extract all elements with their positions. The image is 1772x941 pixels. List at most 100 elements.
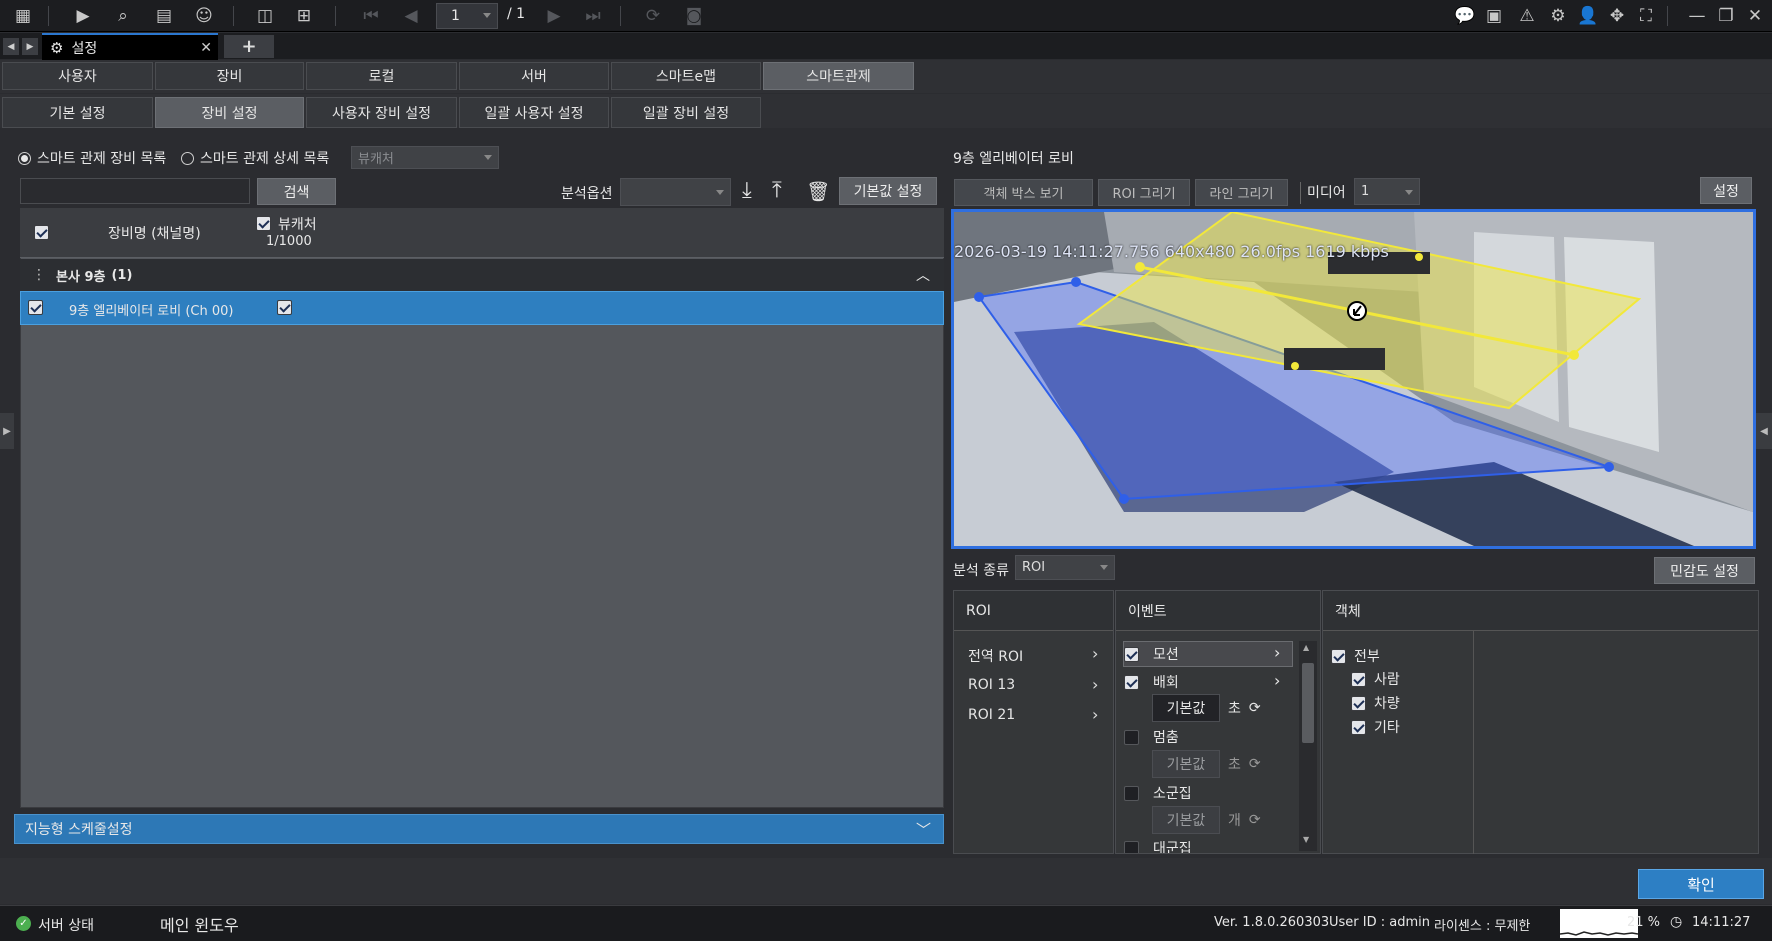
object-all-checkbox[interactable]: [1331, 648, 1346, 664]
object-vehicle-checkbox[interactable]: [1351, 695, 1366, 711]
reset-icon[interactable]: ⟳: [1249, 812, 1261, 828]
device-row[interactable]: 9층 엘리베이터 로비 (Ch 00): [20, 291, 944, 325]
gear-icon[interactable]: ⚙: [1545, 4, 1571, 28]
radio-detail-list[interactable]: 스마트 관제 상세 목록: [181, 148, 329, 168]
roi-item-13[interactable]: ROI 13: [968, 677, 1015, 693]
loiter-default-input[interactable]: 기본값: [1152, 694, 1220, 722]
menu-local[interactable]: 로컬: [306, 62, 457, 90]
chat-icon[interactable]: 💬: [1452, 4, 1478, 28]
event-small-crowd[interactable]: 소군집: [1124, 781, 1192, 805]
scroll-up-icon[interactable]: ▲: [1303, 643, 1309, 652]
roi-blue-vertex[interactable]: [1071, 277, 1081, 287]
event-motion-checkbox[interactable]: [1124, 646, 1139, 662]
menu-smart-control[interactable]: 스마트관제: [763, 62, 914, 90]
roi-blue-vertex[interactable]: [1119, 494, 1129, 504]
add-screen-icon[interactable]: ⊞: [291, 4, 317, 28]
ok-button[interactable]: 확인: [1638, 869, 1764, 899]
alarm-icon[interactable]: ⚠: [1514, 4, 1540, 28]
viewer-column-checkbox[interactable]: [256, 216, 271, 231]
grid-menu-icon[interactable]: ▦: [10, 4, 36, 28]
tab-settings[interactable]: ⚙ 설정 ✕: [42, 33, 218, 60]
object-all[interactable]: 전부: [1331, 644, 1380, 668]
search-button[interactable]: 검색: [257, 178, 336, 205]
event-loiter-checkbox[interactable]: [1124, 674, 1139, 690]
select-all-checkbox[interactable]: [34, 225, 49, 240]
tab-scroll-left-icon[interactable]: ◀: [3, 38, 19, 55]
download-icon[interactable]: ⤓: [742, 178, 752, 203]
event-large-crowd[interactable]: 대군집: [1124, 836, 1192, 853]
menu-devices[interactable]: 장비: [155, 62, 304, 90]
object-person-checkbox[interactable]: [1351, 671, 1366, 687]
small-crowd-default-input[interactable]: 기본값: [1152, 806, 1220, 834]
close-icon[interactable]: ✕: [1742, 4, 1768, 28]
chevron-right-icon[interactable]: ›: [1092, 644, 1098, 663]
analysis-type-dropdown[interactable]: ROI: [1015, 555, 1115, 580]
server-state[interactable]: 서버 상태: [38, 915, 94, 935]
capture-icon[interactable]: ◙: [681, 4, 707, 28]
person-search-icon[interactable]: ☺: [191, 4, 217, 28]
search-playback-icon[interactable]: ⌕: [110, 4, 136, 28]
close-tab-icon[interactable]: ✕: [200, 40, 212, 56]
roi-item-21[interactable]: ROI 21: [968, 707, 1015, 723]
upload-icon[interactable]: ⤒: [772, 178, 782, 203]
layout-icon[interactable]: ◫: [252, 4, 278, 28]
roi-blue-vertex[interactable]: [1604, 462, 1614, 472]
event-search-icon[interactable]: ▤: [151, 4, 177, 28]
drag-handle-icon[interactable]: ⋮: [32, 267, 46, 283]
stop-default-input[interactable]: 기본값: [1152, 750, 1220, 778]
minimize-icon[interactable]: —: [1684, 4, 1710, 28]
play-video-icon[interactable]: ▶: [70, 4, 96, 28]
roi-blue-vertex[interactable]: [974, 292, 984, 302]
menu-smart-emap[interactable]: 스마트e맵: [611, 62, 761, 90]
chevron-right-icon[interactable]: ›: [1092, 675, 1098, 694]
reset-icon[interactable]: ⟳: [1249, 700, 1261, 716]
tab-bulk-user-settings[interactable]: 일괄 사용자 설정: [459, 97, 609, 128]
collapse-icon[interactable]: ︿: [916, 265, 930, 285]
remote-icon[interactable]: ▣: [1481, 4, 1507, 28]
scroll-thumb[interactable]: [1302, 663, 1314, 743]
right-panel-toggle-icon[interactable]: ◀: [1756, 413, 1772, 449]
event-small-crowd-checkbox[interactable]: [1124, 785, 1139, 801]
left-panel-toggle-icon[interactable]: ▶: [0, 413, 14, 449]
object-person[interactable]: 사람: [1351, 667, 1400, 691]
radio-device-list[interactable]: 스마트 관제 장비 목록: [18, 148, 166, 168]
chevron-right-icon[interactable]: ›: [1092, 705, 1098, 724]
next-page-icon[interactable]: ▶: [541, 4, 567, 28]
object-box-view-button[interactable]: 객체 박스 보기: [954, 179, 1093, 206]
intelligent-schedule-bar[interactable]: 지능형 스케줄설정 ﹀: [14, 814, 944, 844]
page-number-input[interactable]: 1: [436, 3, 498, 29]
menu-users[interactable]: 사용자: [2, 62, 153, 90]
viewer-dropdown[interactable]: 뷰캐처: [351, 146, 499, 169]
media-dropdown[interactable]: 1: [1354, 178, 1420, 205]
event-stop[interactable]: 멈춤: [1124, 725, 1179, 749]
event-stop-checkbox[interactable]: [1124, 729, 1139, 745]
event-large-crowd-checkbox[interactable]: [1124, 840, 1139, 853]
event-motion[interactable]: 모션: [1124, 642, 1179, 666]
reset-icon[interactable]: ⟳: [1249, 756, 1261, 772]
chevron-right-icon[interactable]: ›: [1274, 671, 1280, 690]
first-page-icon[interactable]: ⏮: [358, 4, 384, 28]
search-input[interactable]: [20, 178, 250, 204]
settings-button[interactable]: 설정: [1700, 177, 1752, 204]
line-endpoint[interactable]: [1569, 350, 1579, 360]
roi-item-global[interactable]: 전역 ROI: [968, 646, 1023, 666]
prev-page-icon[interactable]: ◀: [398, 4, 424, 28]
tab-device-settings[interactable]: 장비 설정: [155, 97, 304, 128]
trash-icon[interactable]: 🗑: [806, 180, 830, 203]
tab-scroll-right-icon[interactable]: ▶: [22, 38, 38, 55]
menu-server[interactable]: 서버: [459, 62, 609, 90]
chevron-right-icon[interactable]: ›: [1274, 643, 1280, 662]
fullscreen-icon[interactable]: ⛶: [1633, 4, 1659, 28]
event-scrollbar[interactable]: ▲ ▼: [1299, 641, 1317, 851]
analysis-option-dropdown[interactable]: [620, 178, 731, 206]
default-value-button[interactable]: 기본값 설정: [839, 177, 937, 205]
object-vehicle[interactable]: 차량: [1351, 691, 1400, 715]
restore-icon[interactable]: ❐: [1713, 4, 1739, 28]
roi-draw-button[interactable]: ROI 그리기: [1098, 179, 1190, 206]
user-icon[interactable]: 👤: [1575, 4, 1601, 28]
device-row-checkbox[interactable]: [28, 300, 43, 315]
refresh-screen-icon[interactable]: ⟳: [640, 4, 666, 28]
line-draw-button[interactable]: 라인 그리기: [1195, 179, 1288, 206]
sensitivity-settings-button[interactable]: 민감도 설정: [1654, 557, 1755, 584]
object-other[interactable]: 기타: [1351, 715, 1400, 739]
